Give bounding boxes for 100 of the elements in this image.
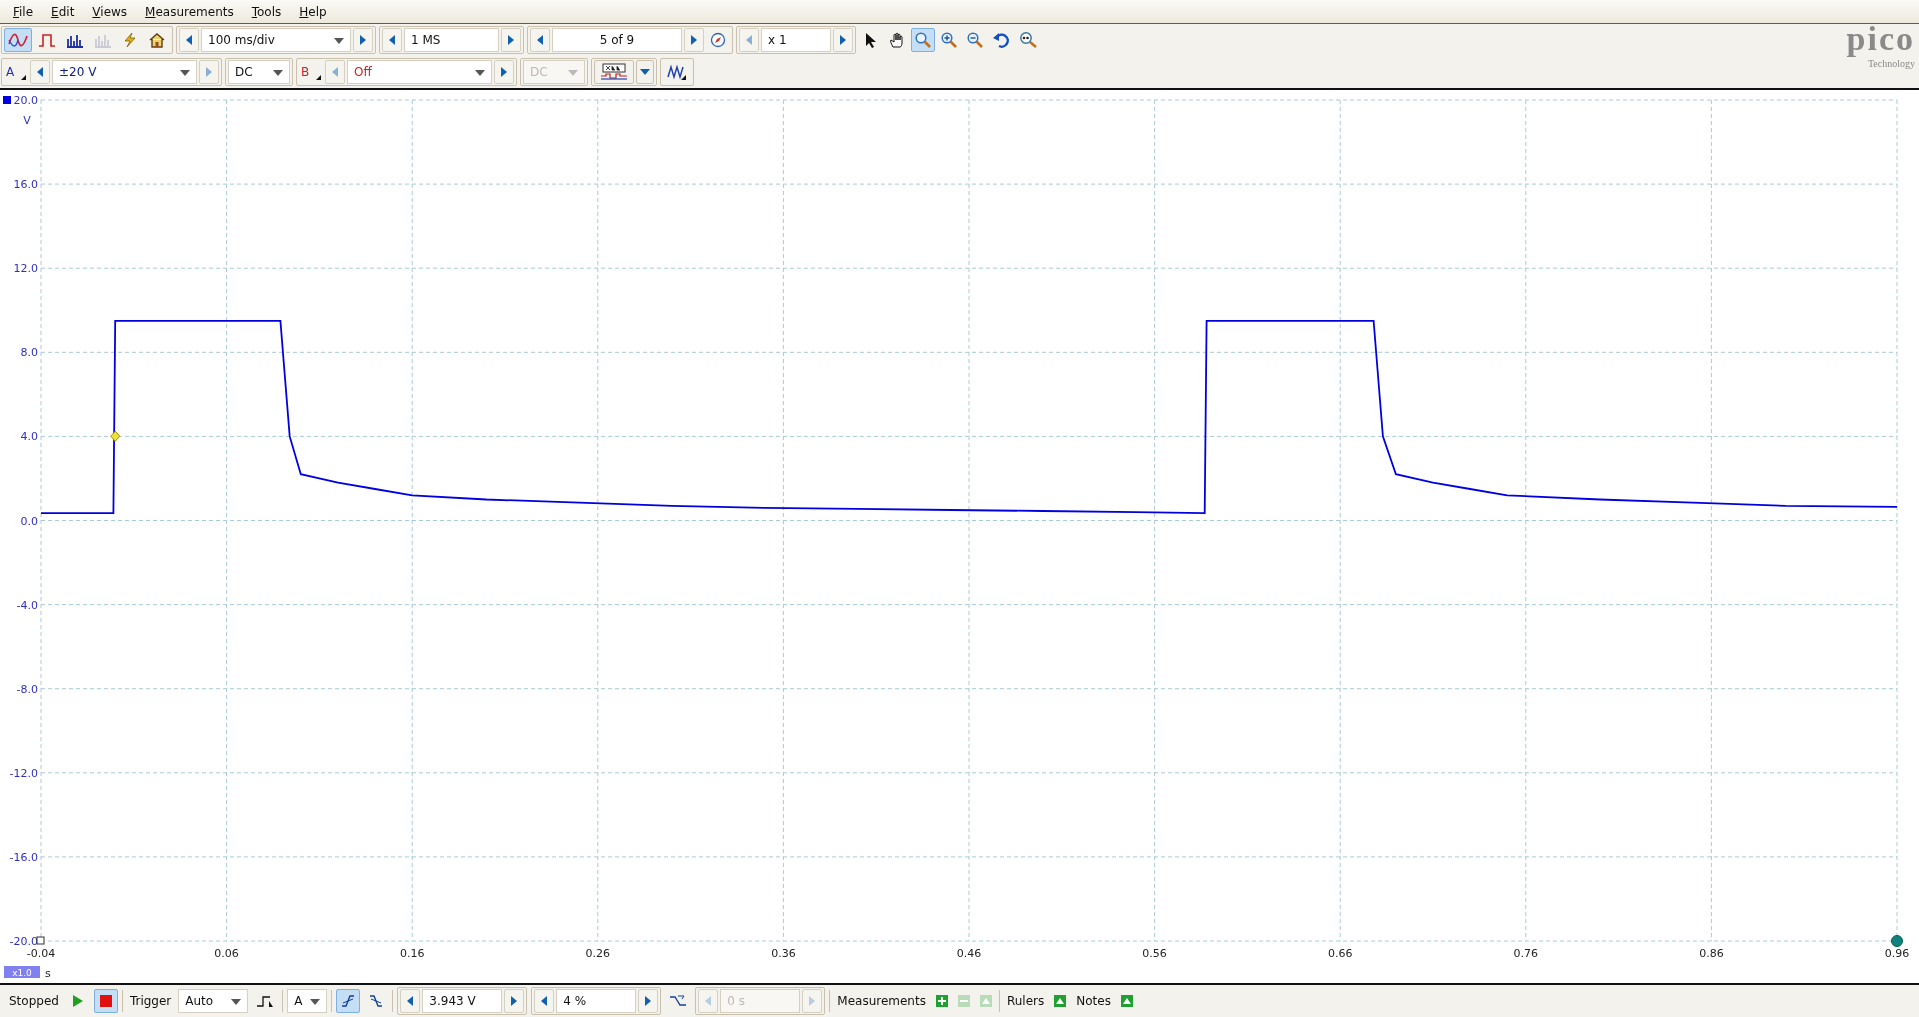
right-triangle-icon bbox=[691, 35, 697, 45]
signal-generator-button[interactable] bbox=[594, 60, 634, 84]
next-button[interactable] bbox=[501, 28, 521, 52]
minus-icon bbox=[957, 995, 970, 1007]
zoom-in-icon bbox=[941, 32, 957, 48]
delay-wave-icon bbox=[669, 994, 688, 1008]
channel-button[interactable]: B bbox=[299, 60, 323, 84]
menu-item[interactable]: Edit bbox=[44, 2, 82, 21]
caret-icon bbox=[640, 69, 650, 75]
next-button[interactable] bbox=[494, 60, 514, 84]
right-triangle-icon bbox=[809, 996, 816, 1006]
trigger-marker-icon[interactable] bbox=[110, 430, 121, 442]
lightning-icon bbox=[122, 32, 138, 48]
caret-icon bbox=[180, 70, 190, 76]
y-tick-label: 12.0 bbox=[13, 262, 38, 276]
menu-item[interactable]: File bbox=[6, 2, 41, 21]
left-triangle-icon bbox=[407, 996, 414, 1006]
range-dropdown[interactable]: Off bbox=[347, 60, 492, 84]
x-axis-unit: s bbox=[45, 967, 51, 980]
previous-button[interactable] bbox=[30, 60, 50, 84]
signal-generator-icon bbox=[600, 63, 628, 81]
trigger-label: Trigger bbox=[128, 994, 173, 1008]
triangle-icon bbox=[1120, 995, 1133, 1007]
buffer-field[interactable]: 5 of 9 bbox=[552, 28, 682, 52]
ruler-handle-icon[interactable] bbox=[36, 936, 45, 945]
previous-button[interactable] bbox=[534, 989, 555, 1013]
right-triangle-icon bbox=[840, 35, 846, 45]
menu-item[interactable]: Help bbox=[292, 2, 334, 21]
menu-item[interactable]: Tools bbox=[244, 2, 289, 21]
right-triangle-icon bbox=[508, 35, 514, 45]
pre-trigger-field[interactable]: 4 % bbox=[556, 989, 637, 1013]
x-tick-label: 0.06 bbox=[214, 947, 239, 960]
stop-button[interactable] bbox=[93, 989, 118, 1013]
left-triangle-icon bbox=[537, 35, 543, 45]
menu-item[interactable]: Views bbox=[85, 2, 135, 21]
previous-button[interactable] bbox=[382, 28, 402, 52]
y-tick-label: 0.0 bbox=[20, 514, 38, 528]
left-triangle-icon bbox=[705, 996, 712, 1006]
zoom-field[interactable]: x 1 bbox=[761, 28, 831, 52]
y-tick-label: -4.0 bbox=[16, 598, 38, 612]
next-button[interactable] bbox=[684, 28, 704, 52]
x-tick-label: 0.96 bbox=[1884, 947, 1910, 960]
pointer-icon bbox=[864, 32, 878, 48]
compass-icon bbox=[710, 32, 726, 48]
zoom-out-icon bbox=[967, 32, 983, 48]
zoom-badge bbox=[4, 966, 40, 978]
corner-icon bbox=[316, 75, 321, 80]
left-triangle-icon bbox=[746, 35, 752, 45]
y-tick-label: 16.0 bbox=[13, 178, 38, 192]
axis-handle-icon[interactable] bbox=[1891, 935, 1903, 947]
caret-icon bbox=[568, 70, 578, 76]
x-tick-label: 0.56 bbox=[1142, 947, 1167, 960]
next-button[interactable] bbox=[504, 989, 525, 1013]
view-button[interactable] bbox=[4, 28, 32, 52]
right-triangle-icon bbox=[645, 996, 652, 1006]
trigger-mode-dropdown[interactable]: Auto bbox=[178, 989, 249, 1013]
run-state-label: Stopped bbox=[8, 994, 60, 1008]
x-tick-label: 0.76 bbox=[1513, 947, 1539, 960]
stop-icon bbox=[99, 995, 112, 1007]
previous-button[interactable] bbox=[400, 989, 421, 1013]
next-button[interactable] bbox=[638, 989, 659, 1013]
wave-icon bbox=[667, 64, 687, 80]
right-triangle-icon bbox=[511, 996, 518, 1006]
next-button[interactable] bbox=[833, 28, 853, 52]
house-icon bbox=[148, 32, 166, 48]
right-triangle-icon bbox=[360, 35, 366, 45]
timebase-dropdown[interactable]: 100 ms/div bbox=[201, 28, 351, 52]
y-tick-label: -12.0 bbox=[9, 766, 38, 780]
y-tick-label: 20.0 bbox=[13, 94, 38, 107]
plus-icon bbox=[935, 995, 948, 1007]
channel-button[interactable]: A bbox=[4, 60, 28, 84]
y-tick-label: -20.0 bbox=[9, 935, 38, 948]
next-button[interactable] bbox=[353, 28, 373, 52]
x-tick-label: 0.66 bbox=[1327, 947, 1353, 960]
previous-button[interactable] bbox=[530, 28, 550, 52]
caret-icon bbox=[310, 999, 321, 1005]
previous-button[interactable] bbox=[179, 28, 199, 52]
measurements-label: Measurements bbox=[836, 994, 927, 1008]
samples-field[interactable]: 1 MS bbox=[404, 28, 499, 52]
x-tick-label: 0.16 bbox=[399, 947, 425, 960]
bars-icon bbox=[66, 32, 84, 48]
pulse-icon bbox=[38, 32, 56, 48]
right-triangle-icon bbox=[501, 67, 507, 77]
threshold-field[interactable]: 3.943 V bbox=[422, 989, 503, 1013]
left-triangle-icon bbox=[332, 67, 338, 77]
menu-item[interactable]: Measurements bbox=[138, 2, 241, 21]
left-triangle-icon bbox=[186, 35, 192, 45]
magnifier-icon bbox=[915, 32, 931, 48]
triangle-icon bbox=[1054, 995, 1067, 1007]
dropdown-button[interactable] bbox=[636, 60, 654, 84]
range-dropdown[interactable]: ±20 V bbox=[52, 60, 197, 84]
corner-icon bbox=[21, 75, 26, 80]
coupling-dropdown[interactable]: DC bbox=[228, 60, 290, 84]
x-tick-label: 0.46 bbox=[956, 947, 982, 960]
trigger-source-dropdown[interactable]: A bbox=[287, 989, 328, 1013]
magnifier-icon bbox=[1019, 32, 1037, 48]
caret-icon bbox=[475, 70, 485, 76]
edge-button[interactable] bbox=[336, 989, 361, 1013]
caret-icon bbox=[231, 999, 242, 1005]
triangle-icon bbox=[979, 995, 992, 1007]
